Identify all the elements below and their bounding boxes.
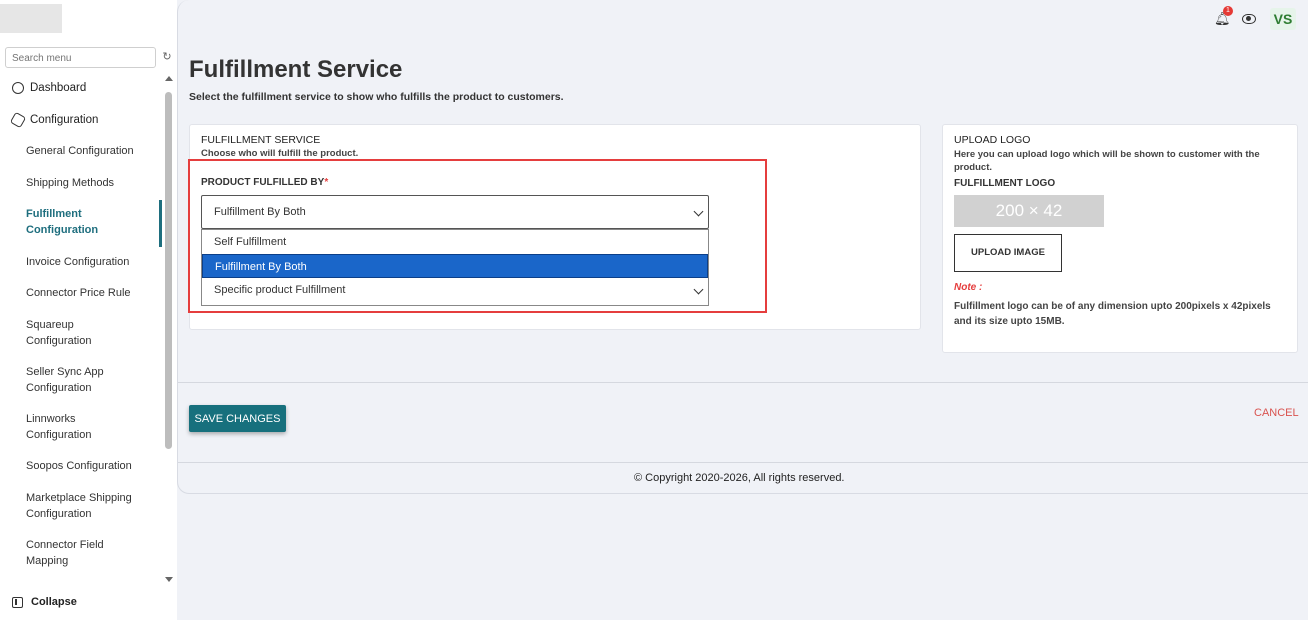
- note-text: Fulfillment logo can be of any dimension…: [954, 301, 1271, 327]
- fulfillment-dropdown-list: Self Fulfillment Fulfillment By Both Spe…: [201, 229, 709, 306]
- app-logo: [0, 4, 62, 33]
- required-mark: *: [324, 177, 329, 188]
- search-menu-wrapper: [5, 47, 156, 68]
- header-actions: 🔔︎ 1 VS: [1214, 6, 1296, 30]
- sidebar-item-dashboard[interactable]: Dashboard: [12, 80, 162, 96]
- note-label: Note :: [954, 282, 983, 293]
- sidebar-item-label: Configuration: [30, 114, 99, 126]
- configuration-icon: [9, 111, 27, 129]
- sidebar-item-general-configuration[interactable]: General Configuration: [0, 143, 162, 159]
- save-changes-button[interactable]: SAVE CHANGES: [189, 405, 286, 432]
- cancel-link[interactable]: CANCEL: [1254, 407, 1299, 419]
- sidebar-item-squareup-configuration[interactable]: Squareup Configuration: [0, 317, 120, 349]
- sidebar-item-seller-sync-app-configuration[interactable]: Seller Sync App Configuration: [0, 364, 120, 396]
- sidebar-item-configuration[interactable]: Configuration: [9, 111, 162, 129]
- option-specific-product-fulfillment[interactable]: Specific product Fulfillment: [202, 278, 708, 302]
- page-subtitle: Select the fulfillment service to show w…: [189, 91, 564, 103]
- copyright-text: © Copyright 2020-2026, All rights reserv…: [634, 472, 845, 484]
- sidebar-item-linnworks-configuration[interactable]: Linnworks Configuration: [0, 411, 120, 443]
- search-menu-input[interactable]: [6, 49, 155, 68]
- field-label-text: PRODUCT FULFILLED BY: [201, 177, 325, 188]
- notification-bell-icon[interactable]: 🔔︎ 1: [1214, 6, 1233, 27]
- fulfillment-card-title: FULFILLMENT SERVICE: [201, 134, 321, 146]
- option-fulfillment-by-both[interactable]: Fulfillment By Both: [202, 254, 708, 278]
- collapse-button[interactable]: Collapse: [12, 596, 77, 608]
- fulfillment-card-subtitle: Choose who will fulfill the product.: [201, 148, 359, 159]
- chevron-down-icon: [693, 206, 704, 217]
- fulfillment-logo-label: FULFILLMENT LOGO: [954, 178, 1056, 189]
- refresh-icon[interactable]: ↻: [161, 51, 173, 63]
- sidebar-item-soopos-configuration[interactable]: Soopos Configuration: [0, 458, 162, 474]
- upload-logo-description: Here you can upload logo which will be s…: [954, 149, 1260, 173]
- sidebar-item-shipping-methods[interactable]: Shipping Methods: [0, 175, 162, 191]
- notification-badge: 1: [1223, 6, 1233, 16]
- divider: [178, 382, 1308, 383]
- chevron-down-icon: [693, 284, 704, 295]
- sidebar-item-fulfillment-configuration[interactable]: Fulfillment Configuration: [0, 206, 130, 238]
- collapse-icon: [12, 596, 23, 608]
- logo-placeholder-image: 200 × 42: [954, 195, 1104, 227]
- scroll-down-arrow-icon[interactable]: [165, 577, 173, 582]
- avatar[interactable]: VS: [1270, 8, 1296, 30]
- dashboard-icon: [12, 82, 24, 94]
- option-self-fulfillment[interactable]: Self Fulfillment: [202, 230, 708, 254]
- sidebar-item-marketplace-shipping-configuration[interactable]: Marketplace Shipping Configuration: [0, 490, 162, 522]
- sidebar-item-connector-price-rule[interactable]: Connector Price Rule: [0, 285, 162, 301]
- select-value: Fulfillment By Both: [214, 206, 306, 218]
- sidebar: ↻ Dashboard Configuration General Config…: [0, 0, 177, 620]
- product-fulfilled-by-select[interactable]: Fulfillment By Both: [201, 195, 709, 229]
- sidebar-scrollbar[interactable]: [163, 72, 175, 586]
- sidebar-item-connector-field-mapping[interactable]: Connector Field Mapping: [0, 537, 120, 569]
- page-title: Fulfillment Service: [189, 56, 403, 83]
- divider: [178, 462, 1308, 463]
- product-fulfilled-by-label: PRODUCT FULFILLED BY*: [201, 177, 328, 188]
- sidebar-item-invoice-configuration[interactable]: Invoice Configuration: [0, 254, 162, 270]
- active-indicator: [159, 200, 162, 247]
- upload-image-button[interactable]: UPLOAD IMAGE: [954, 234, 1062, 272]
- option-label: Specific product Fulfillment: [214, 284, 346, 296]
- sidebar-item-label: Dashboard: [30, 82, 87, 94]
- collapse-label: Collapse: [31, 596, 77, 608]
- sidebar-menu: Dashboard Configuration General Configur…: [0, 72, 162, 586]
- eye-icon[interactable]: [1242, 14, 1256, 24]
- upload-logo-title: UPLOAD LOGO: [954, 134, 1031, 146]
- scroll-thumb[interactable]: [165, 92, 172, 449]
- scroll-up-arrow-icon[interactable]: [165, 76, 173, 81]
